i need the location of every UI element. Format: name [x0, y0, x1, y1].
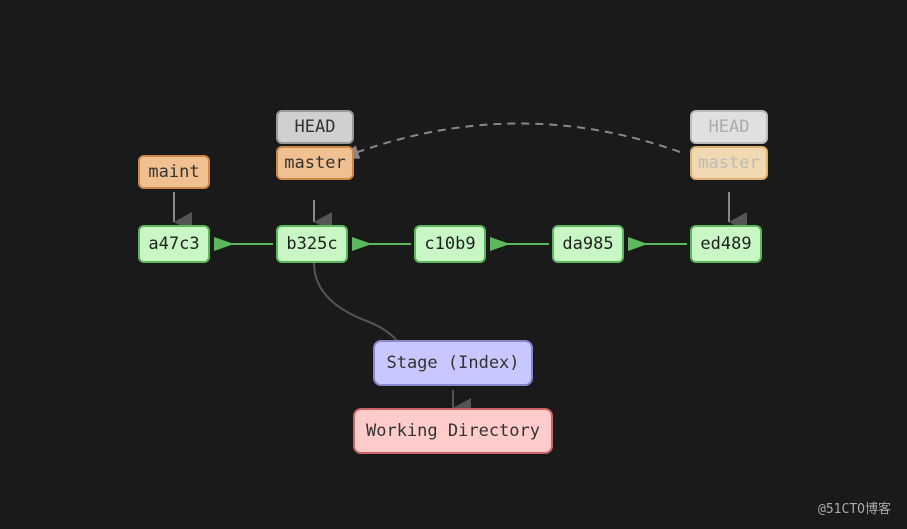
master-label-local: master: [276, 146, 354, 180]
maint-label: maint: [138, 155, 210, 189]
head-label-remote: HEAD: [690, 110, 768, 144]
working-directory-box: Working Directory: [353, 408, 553, 454]
commit-a47c3: a47c3: [138, 225, 210, 263]
commit-b325c: b325c: [276, 225, 348, 263]
commit-ed489: ed489: [690, 225, 762, 263]
head-label-local: HEAD: [276, 110, 354, 144]
commit-c10b9: c10b9: [414, 225, 486, 263]
maint-text: maint: [148, 162, 199, 182]
commit-da985: da985: [552, 225, 624, 263]
master-label-remote: master: [690, 146, 768, 180]
watermark: @51CTO博客: [818, 498, 891, 517]
head-master-local: HEAD master: [276, 110, 354, 180]
stage-index-box: Stage (Index): [373, 340, 533, 386]
diagram-container: maint HEAD master HEAD master a47c3 b325…: [0, 0, 907, 529]
head-master-remote: HEAD master: [690, 110, 768, 180]
